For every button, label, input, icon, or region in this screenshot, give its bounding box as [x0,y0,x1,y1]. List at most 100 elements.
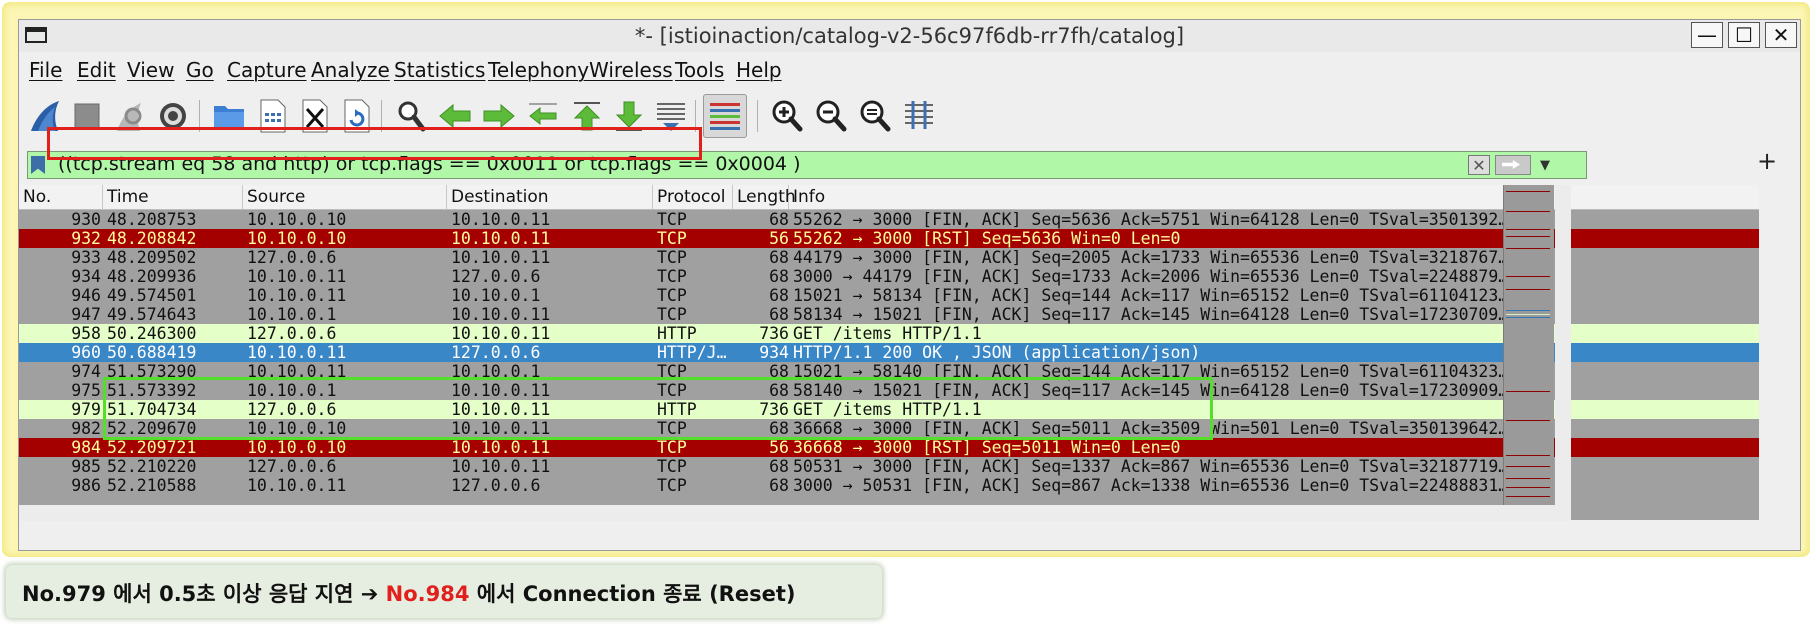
menu-help[interactable]: Help [736,58,782,82]
zoom-out-icon[interactable] [811,96,851,136]
packet-cell-proto: TCP [657,210,687,229]
add-filter-button[interactable]: + [1757,147,1777,175]
packet-cell-dst: 10.10.0.11 [451,438,551,457]
packet-minimap[interactable] [1503,185,1554,505]
packet-cell-info: 44179 → 3000 [FIN, ACK] Seq=2005 Ack=173… [793,248,1509,267]
column-protocol[interactable]: Protocol [653,185,733,209]
normal-size-icon[interactable] [855,96,895,136]
packet-cell-info: 55262 → 3000 [RST] Seq=5636 Win=0 Len=0 [793,229,1181,248]
clear-filter-icon[interactable]: ✕ [1468,155,1490,175]
packet-cell-no: 946 [71,286,101,305]
wireshark-window: *- [istioinaction/catalog-v2-56c97f6db-r… [18,19,1801,551]
packet-cell-no: 982 [71,419,101,438]
packet-cell-proto: TCP [657,286,687,305]
caption-part1: No.979 에서 0.5초 이상 응답 지연 ➔ [22,582,386,606]
packet-cell-no: 933 [71,248,101,267]
packet-row[interactable]: 958 50.246300 127.0.0.6 10.10.0.11 HTTP 736 GE… [19,324,1759,343]
packet-row[interactable]: 946 49.574501 10.10.0.11 10.10.0.1 TCP 68 1502… [19,286,1759,305]
column-info[interactable]: Info [789,185,1759,209]
menu-tools[interactable]: Tools [675,58,724,82]
column-length[interactable]: Length [733,185,796,209]
maximize-button[interactable]: ☐ [1728,22,1760,48]
menu-file[interactable]: File [29,58,62,82]
resize-columns-icon[interactable] [899,96,939,136]
packet-row[interactable]: 986 52.210588 10.10.0.11 127.0.0.6 TCP 68 3000… [19,476,1759,495]
packet-cell-src: 127.0.0.6 [247,457,337,476]
packet-cell-info: 3000 → 44179 [FIN, ACK] Seq=1733 Ack=200… [793,267,1509,286]
packet-cell-no: 974 [71,362,101,381]
filter-bookmark-icon[interactable] [31,156,45,174]
menu-go[interactable]: Go [186,58,214,82]
packet-cell-time: 52.210220 [107,457,197,476]
annotation-caption: No.979 에서 0.5초 이상 응답 지연 ➔ No.984 에서 Conn… [6,565,882,618]
packet-cell-no: 986 [71,476,101,495]
packet-cell-time: 49.574501 [107,286,197,305]
packet-row[interactable]: 984 52.209721 10.10.0.10 10.10.0.11 TCP 56 366… [19,438,1759,457]
packet-cell-len: 56 [769,438,789,457]
menu-view[interactable]: View [127,58,174,82]
packet-cell-proto: TCP [657,476,687,495]
packet-row[interactable]: 932 48.208842 10.10.0.10 10.10.0.11 TCP 56 552… [19,229,1759,248]
packet-row[interactable]: 933 48.209502 127.0.0.6 10.10.0.11 TCP 68 4417… [19,248,1759,267]
packet-cell-len: 68 [769,305,789,324]
packet-row[interactable]: 947 49.574643 10.10.0.1 10.10.0.11 TCP 68 5813… [19,305,1759,324]
packet-cell-src: 10.10.0.11 [247,286,347,305]
packet-cell-no: 985 [71,457,101,476]
packet-cell-no: 958 [71,324,101,343]
filter-history-dropdown-icon[interactable]: ▼ [1540,158,1550,173]
packet-row[interactable]: 930 48.208753 10.10.0.10 10.10.0.11 TCP 68 552… [19,210,1759,229]
menu-statistics[interactable]: Statistics [394,58,485,82]
packet-cell-dst: 127.0.0.6 [451,476,541,495]
horizontal-scrollbar[interactable] [19,505,1571,521]
packet-cell-proto: TCP [657,305,687,324]
window-title: *- [istioinaction/catalog-v2-56c97f6db-r… [634,24,1185,48]
column-destination[interactable]: Destination [447,185,653,209]
packet-cell-time: 52.210588 [107,476,197,495]
vertical-scrollbar[interactable] [1555,185,1571,505]
packet-cell-dst: 10.10.0.11 [451,305,551,324]
column-time[interactable]: Time [103,185,243,209]
zoom-in-icon[interactable] [767,96,807,136]
apply-filter-icon[interactable] [1495,155,1531,175]
packet-cell-time: 48.209936 [107,267,197,286]
close-button[interactable]: ✕ [1765,22,1797,48]
menu-analyze[interactable]: Analyze [311,58,390,82]
filter-highlight-box [47,127,702,160]
packet-list: No. Time Source Destination Protocol Len… [19,185,1759,520]
packet-row[interactable]: 934 48.209936 10.10.0.11 127.0.0.6 TCP 68 3000… [19,267,1759,286]
column-source[interactable]: Source [243,185,447,209]
menu-capture[interactable]: Capture [227,58,307,82]
packet-cell-info: GET /items HTTP/1.1 [793,324,982,343]
packet-row[interactable]: 985 52.210220 127.0.0.6 10.10.0.11 TCP 68 5053… [19,457,1759,476]
menu-wireless[interactable]: Wireless [589,58,673,82]
caption-part3: 에서 Connection 종료 (Reset) [469,582,796,606]
packet-cell-dst: 127.0.0.6 [451,267,541,286]
packet-cell-info: 50531 → 3000 [FIN, ACK] Seq=1337 Ack=867… [793,457,1509,476]
packet-cell-len: 68 [769,248,789,267]
packet-cell-time: 48.208753 [107,210,197,229]
packet-cell-no: 979 [71,400,101,419]
colorize-icon[interactable] [703,94,747,138]
packet-cell-src: 10.10.0.1 [247,305,337,324]
packet-cell-no: 930 [71,210,101,229]
packet-cell-dst: 10.10.0.11 [451,248,551,267]
packet-highlight-box [103,377,1213,440]
menu-telephony[interactable]: Telephony [488,58,589,82]
minimize-button[interactable]: — [1691,22,1723,48]
packet-cell-src: 10.10.0.11 [247,343,347,362]
menu-edit[interactable]: Edit [77,58,116,82]
packet-cell-info: 55262 → 3000 [FIN, ACK] Seq=5636 Ack=575… [793,210,1509,229]
packet-list-header: No. Time Source Destination Protocol Len… [19,185,1759,210]
packet-cell-proto: HTTP/J… [657,343,727,362]
packet-cell-time: 48.208842 [107,229,197,248]
packet-cell-time: 50.688419 [107,343,197,362]
column-no[interactable]: No. [19,185,103,209]
packet-cell-dst: 10.10.0.11 [451,324,551,343]
packet-cell-info: 3000 → 50531 [FIN, ACK] Seq=867 Ack=1338… [793,476,1509,495]
packet-row[interactable]: 960 50.688419 10.10.0.11 127.0.0.6 HTTP/J… 93… [19,343,1759,362]
packet-cell-no: 947 [71,305,101,324]
packet-cell-len: 56 [769,229,789,248]
packet-cell-src: 10.10.0.11 [247,476,347,495]
packet-cell-proto: TCP [657,229,687,248]
title-bar: *- [istioinaction/catalog-v2-56c97f6db-r… [19,20,1800,52]
